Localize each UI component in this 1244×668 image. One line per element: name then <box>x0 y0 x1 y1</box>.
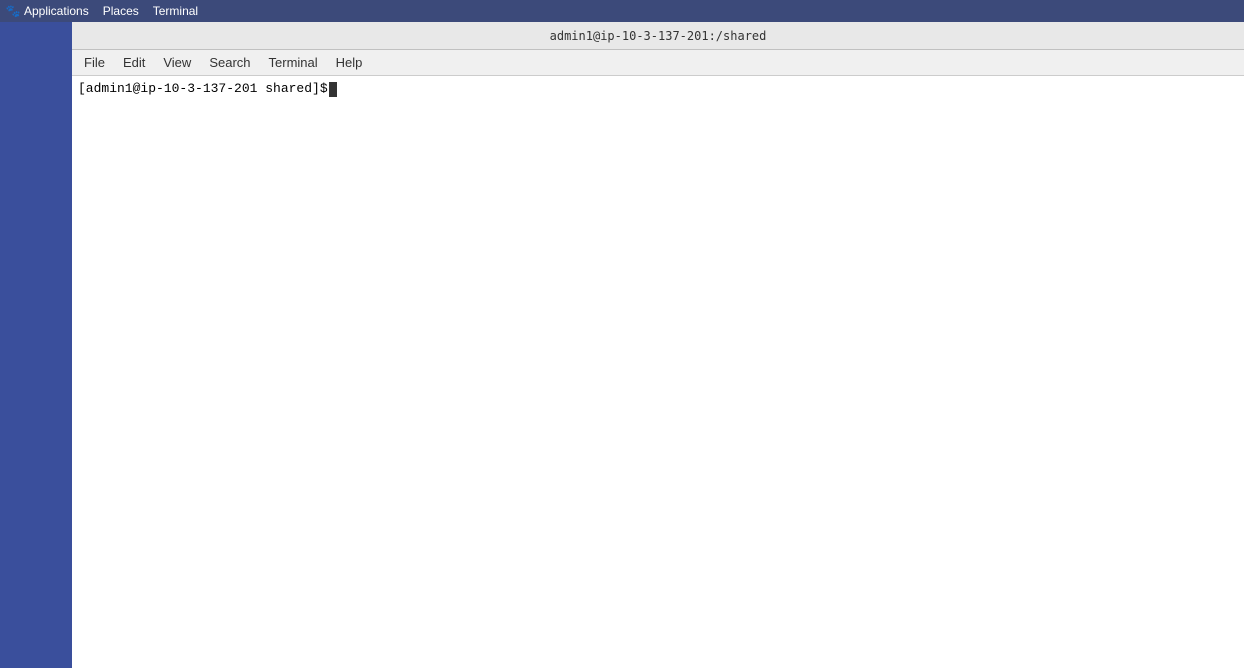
system-bar: 🐾 Applications Places Terminal <box>0 0 1244 22</box>
terminal-menu[interactable]: Terminal <box>153 4 198 18</box>
terminal-menubar: File Edit View Search Terminal Help <box>72 50 1244 76</box>
terminal-content[interactable]: [admin1@ip-10-3-137-201 shared]$ <box>72 76 1244 668</box>
prompt-text: [admin1@ip-10-3-137-201 shared]$ <box>78 80 328 98</box>
main-layout: admin1@ip-10-3-137-201:/shared File Edit… <box>0 22 1244 668</box>
app-launcher-icon: 🐾 <box>6 4 20 18</box>
places-menu[interactable]: Places <box>103 4 139 18</box>
view-menu[interactable]: View <box>155 53 199 72</box>
terminal-prompt-line: [admin1@ip-10-3-137-201 shared]$ <box>78 80 1238 98</box>
terminal-submenu[interactable]: Terminal <box>261 53 326 72</box>
file-menu[interactable]: File <box>76 53 113 72</box>
system-app-icon[interactable]: 🐾 Applications <box>6 4 89 18</box>
terminal-window: admin1@ip-10-3-137-201:/shared File Edit… <box>72 22 1244 668</box>
terminal-cursor <box>329 82 337 97</box>
search-menu[interactable]: Search <box>201 53 258 72</box>
terminal-title: admin1@ip-10-3-137-201:/shared <box>550 29 767 43</box>
applications-menu[interactable]: Applications <box>24 4 89 18</box>
terminal-titlebar: admin1@ip-10-3-137-201:/shared <box>72 22 1244 50</box>
edit-menu[interactable]: Edit <box>115 53 153 72</box>
sidebar <box>0 22 72 668</box>
help-menu[interactable]: Help <box>328 53 371 72</box>
